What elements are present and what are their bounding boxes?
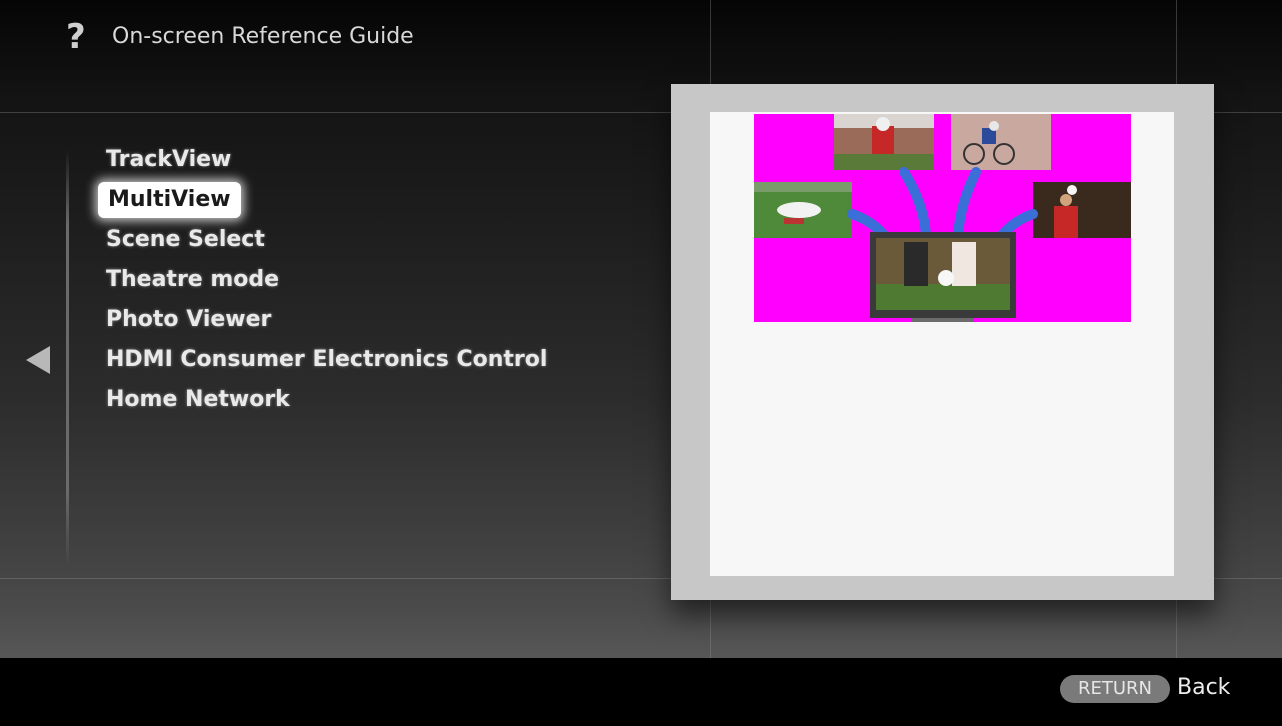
tv-screen xyxy=(870,232,1016,322)
topic-menu: TrackView MultiView Scene Select Theatre… xyxy=(98,140,618,420)
thumbnail-header xyxy=(1033,182,1131,238)
menu-item-trackview[interactable]: TrackView xyxy=(98,140,618,180)
thumbnail-football xyxy=(834,114,934,170)
preview-panel xyxy=(671,84,1214,600)
thumbnail-cyclist xyxy=(951,114,1051,170)
menu-scroll-bar xyxy=(66,150,69,568)
menu-item-hdmi-cec[interactable]: HDMI Consumer Electronics Control xyxy=(98,340,618,380)
preview-page xyxy=(710,112,1174,576)
menu-item-photo-viewer[interactable]: Photo Viewer xyxy=(98,300,618,340)
menu-item-home-network[interactable]: Home Network xyxy=(98,380,618,420)
multiview-illustration xyxy=(754,114,1131,322)
left-arrow-icon[interactable] xyxy=(26,346,50,374)
menu-item-multiview[interactable]: MultiView xyxy=(98,182,241,218)
back-label: Back xyxy=(1177,675,1231,700)
return-button[interactable]: RETURN xyxy=(1060,675,1170,703)
page-title: On-screen Reference Guide xyxy=(112,24,414,49)
menu-item-theatre-mode[interactable]: Theatre mode xyxy=(98,260,618,300)
menu-item-scene-select[interactable]: Scene Select xyxy=(98,220,618,260)
question-mark-icon: ? xyxy=(66,17,86,57)
thumbnail-soccer-slide xyxy=(754,182,852,238)
reference-guide-screen: ? On-screen Reference Guide TrackView Mu… xyxy=(0,0,1282,726)
